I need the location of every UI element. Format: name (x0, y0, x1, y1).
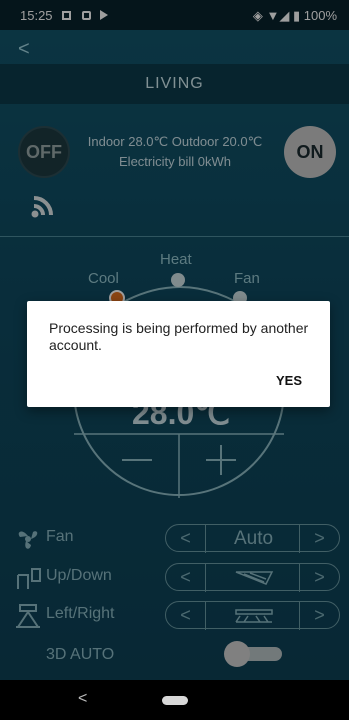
dialog-yes-button[interactable]: YES (276, 373, 302, 388)
system-nav-bar: < (0, 680, 349, 720)
nav-back-icon[interactable]: < (78, 690, 87, 708)
alert-dialog: Processing is being performed by another… (27, 301, 330, 407)
nav-home-pill-icon[interactable] (162, 696, 188, 705)
dialog-message: Processing is being performed by another… (49, 320, 309, 353)
